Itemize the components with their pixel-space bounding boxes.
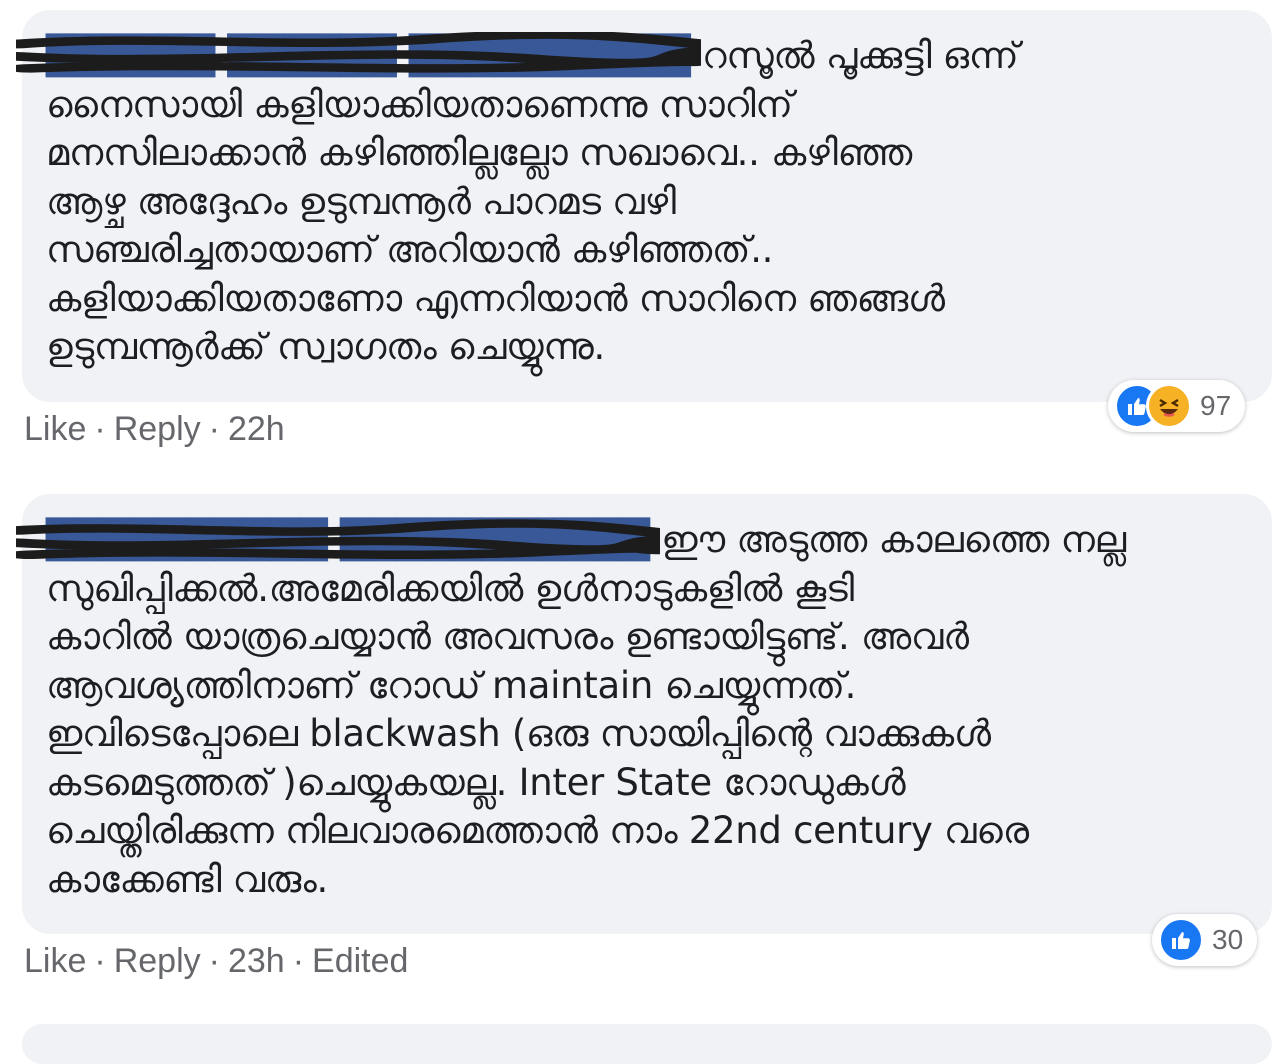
comment-actions: Like · Reply · 23h · Edited [24, 942, 408, 981]
like-link[interactable]: Like [24, 410, 86, 449]
reaction-count: 30 [1212, 924, 1244, 955]
author-name[interactable]: ██████ ██████ ██████████ [46, 34, 691, 77]
timestamp-link[interactable]: 22h [228, 410, 285, 449]
haha-icon [1146, 383, 1192, 429]
comment-bubble: ██████████ ███████████ ഈ അടുത്ത കാലത്തെ … [16, 494, 1272, 934]
timestamp-link[interactable]: 23h [228, 942, 285, 981]
next-comment-bubble [22, 1024, 1272, 1064]
comment-actions: Like · Reply · 22h [24, 410, 285, 449]
comment-text: ഈ അടുത്ത കാലത്തെ നല്ല സുഖിപ്പിക്കൽ.അമേരി… [46, 518, 1126, 901]
comment-bubble: ██████ ██████ ██████████ റസൂൽ പൂക്കുട്ടി… [16, 10, 1272, 402]
reaction-count: 97 [1200, 390, 1232, 421]
reply-link[interactable]: Reply [114, 410, 201, 449]
reply-link[interactable]: Reply [114, 942, 201, 981]
comment-body: ██████ ██████ ██████████ റസൂൽ പൂക്കുട്ടി… [16, 32, 1212, 372]
comment-body: ██████████ ███████████ ഈ അടുത്ത കാലത്തെ … [16, 516, 1212, 904]
comment-author-redacted[interactable]: ██████ ██████ ██████████ [16, 32, 701, 81]
separator: · [208, 942, 220, 980]
author-name[interactable]: ██████████ ███████████ [46, 518, 650, 561]
like-link[interactable]: Like [24, 942, 86, 981]
comment-author-redacted[interactable]: ██████████ ███████████ [16, 516, 660, 565]
separator: · [94, 942, 106, 980]
like-icon [1158, 917, 1204, 963]
separator: · [292, 942, 305, 980]
separator: · [208, 410, 220, 448]
separator: · [94, 410, 106, 448]
edited-link[interactable]: Edited [312, 942, 408, 981]
comment-text: റസൂൽ പൂക്കുട്ടി ഒന്ന് നൈസായി കളിയാക്കിയത… [46, 34, 1019, 368]
reaction-summary[interactable]: 97 [1108, 380, 1246, 432]
reaction-summary[interactable]: 30 [1152, 914, 1258, 966]
